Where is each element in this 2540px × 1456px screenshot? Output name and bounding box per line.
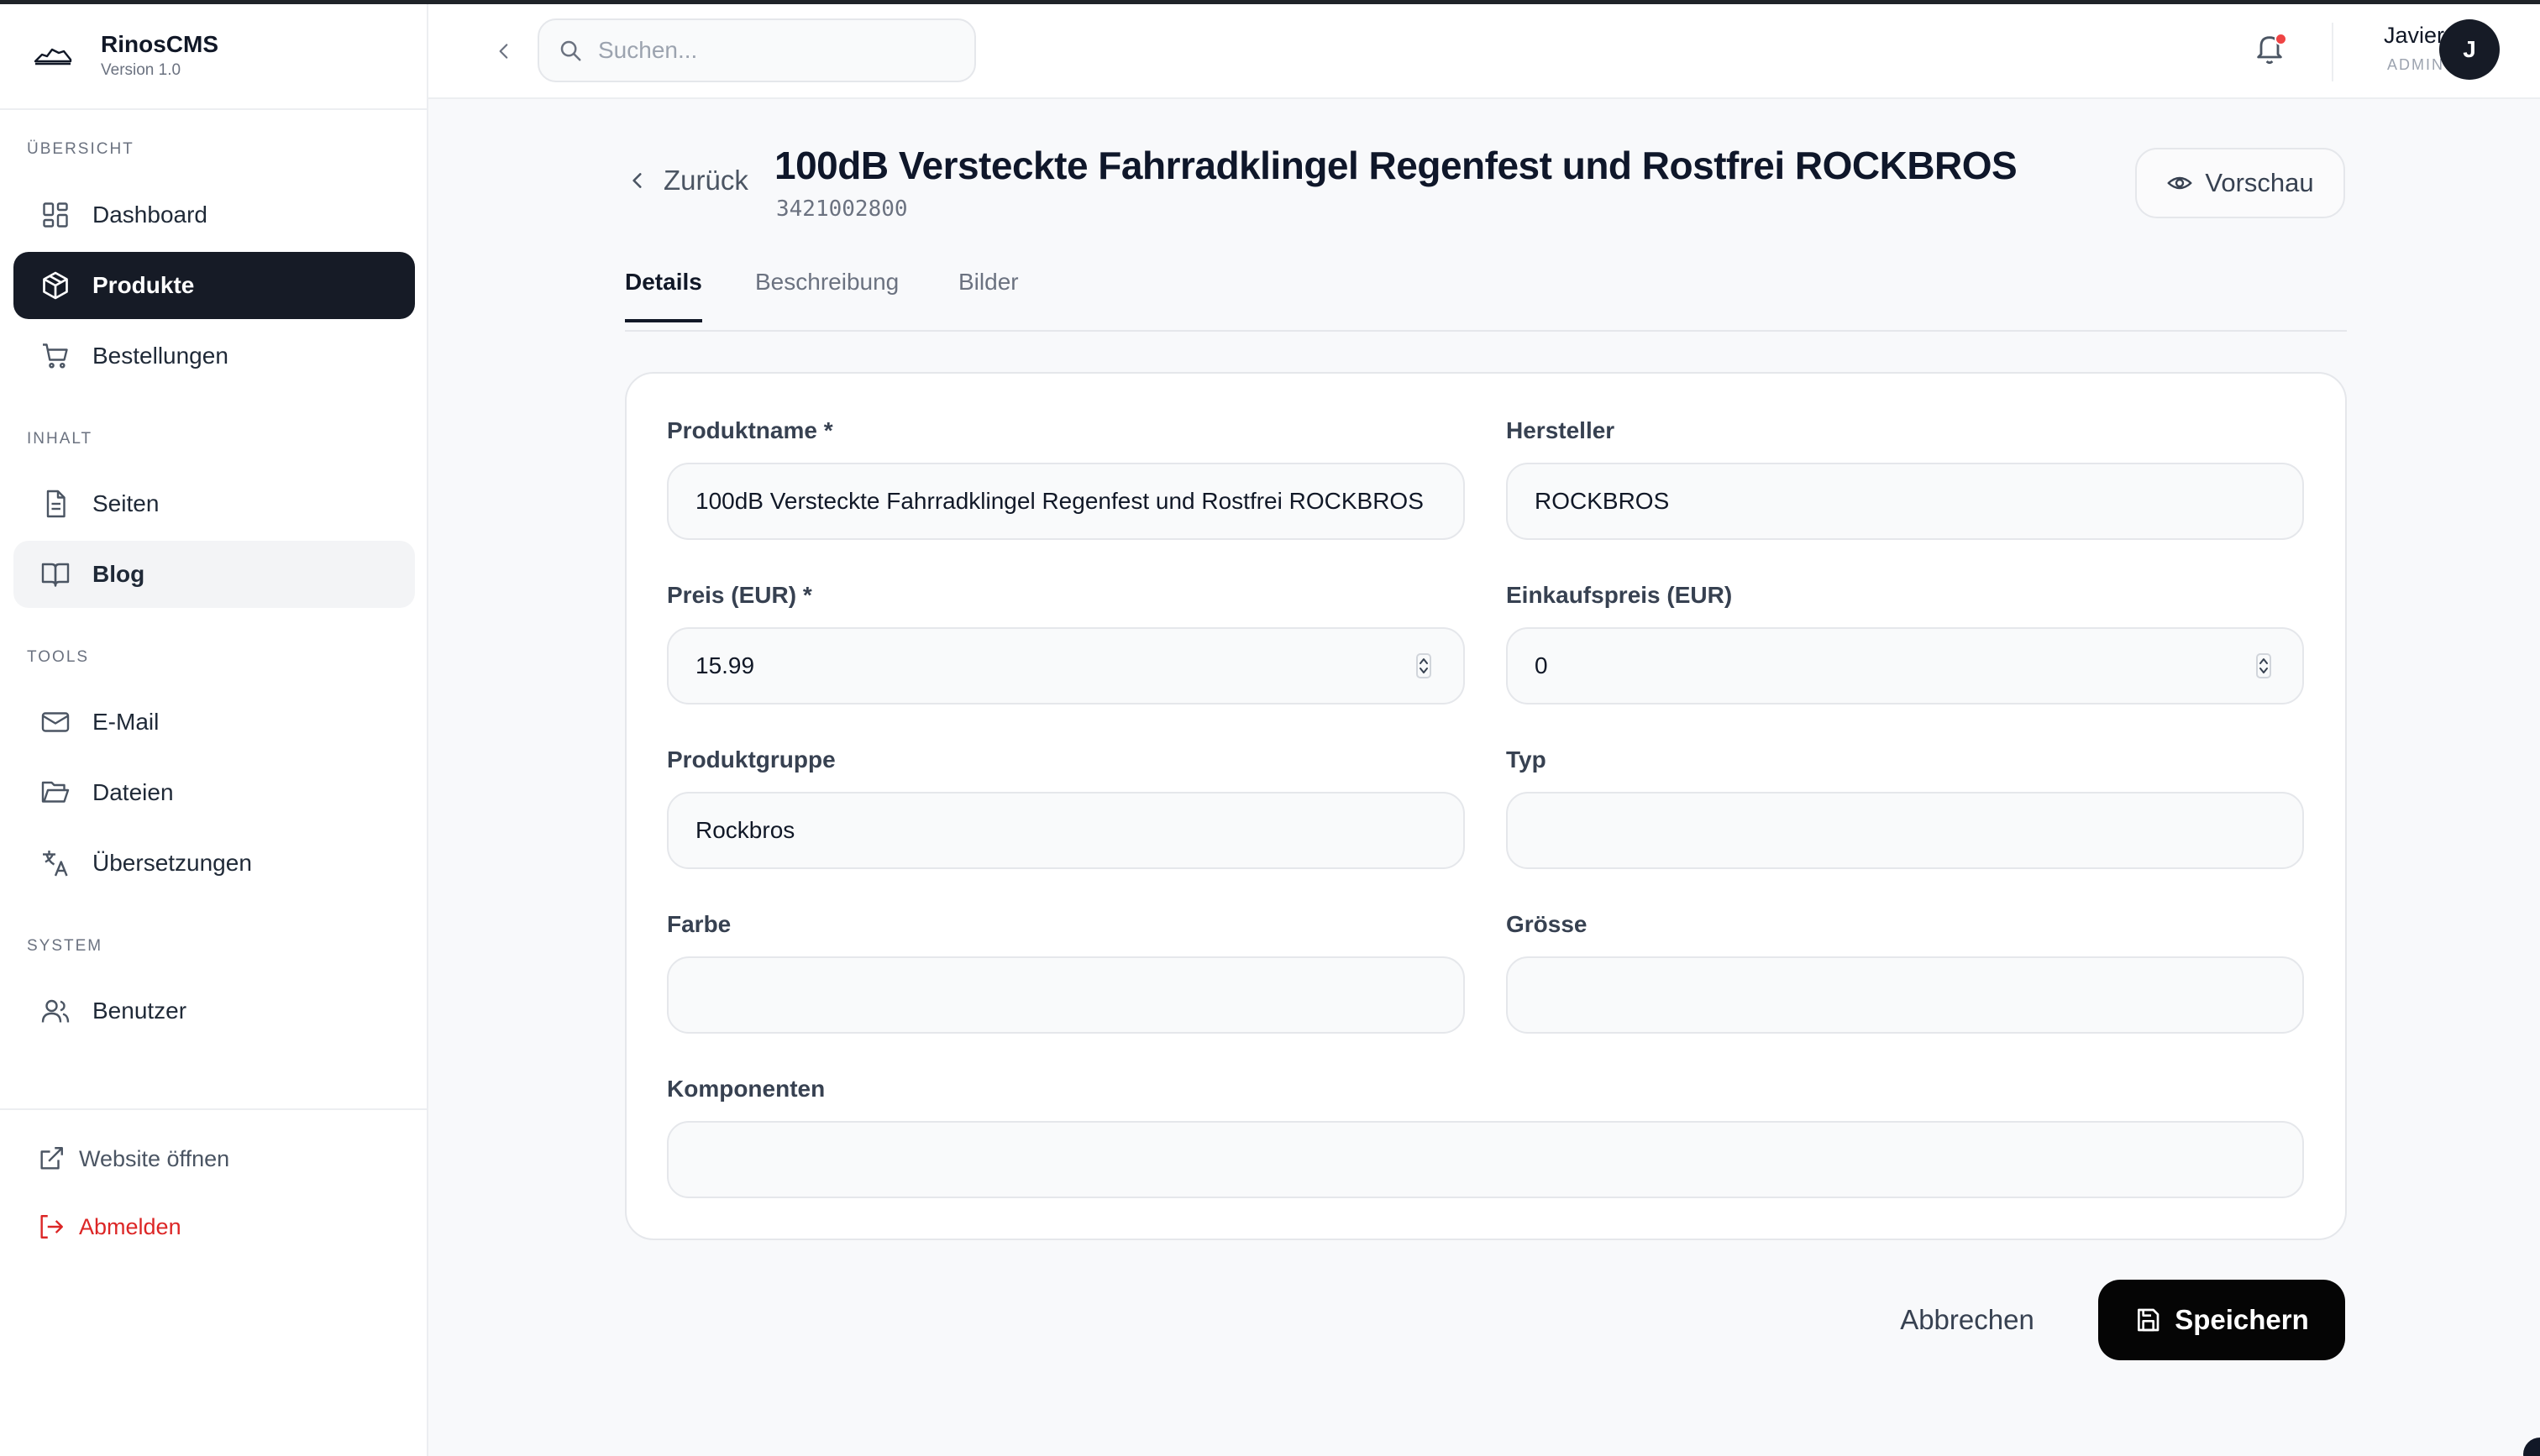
avatar[interactable]: J [2439,19,2500,80]
logout-link[interactable]: Abmelden [37,1212,181,1241]
open-website-link[interactable]: Website öffnen [37,1144,229,1173]
logout-label: Abmelden [79,1213,181,1239]
color-input[interactable] [667,956,1465,1034]
top-header: Javier ADMIN J [428,4,2540,99]
sidebar-item-label: Dateien [92,779,174,805]
section-label-overview: Übersicht [27,140,134,158]
purchase-price-input[interactable] [1506,627,2304,704]
stepper-arrows-icon [1416,653,1431,678]
sidebar-item-label: Produkte [92,272,195,298]
brand: RinosCMS Version 1.0 [0,4,427,110]
components-label: Komponenten [667,1076,826,1102]
notification-badge [2275,33,2287,45]
price-stepper[interactable] [1416,653,1431,678]
dashboard-icon [40,200,71,230]
search-input[interactable] [598,37,951,64]
brand-name: RinosCMS [101,31,218,57]
collapse-sidebar-button[interactable] [487,34,521,68]
sidebar-item-label: Dashboard [92,202,207,228]
tab-bar: Details Beschreibung Bilder [625,260,2347,332]
users-icon [40,996,71,1026]
folder-icon [40,778,71,808]
size-input[interactable] [1506,956,2304,1034]
sidebar-item-label: Blog [92,561,145,587]
sidebar: RinosCMS Version 1.0 Übersicht Dashboard… [0,4,428,1456]
save-icon [2138,1308,2160,1332]
save-button[interactable]: Speichern [2098,1280,2345,1360]
product-group-input[interactable] [667,792,1465,869]
type-input[interactable] [1506,792,2304,869]
sidebar-item-pages[interactable]: Seiten [13,470,415,537]
price-input[interactable] [667,627,1465,704]
color-label: Farbe [667,911,732,937]
section-label-content: Inhalt [27,430,93,448]
sidebar-item-label: Seiten [92,490,160,516]
rhino-logo-icon [34,48,72,65]
page-title: 100dB Versteckte Fahrradklingel Regenfes… [774,144,2018,187]
sidebar-item-products[interactable]: Produkte [13,252,415,319]
brand-version: Version 1.0 [101,61,181,79]
sidebar-item-label: Bestellungen [92,343,228,369]
sidebar-item-orders[interactable]: Bestellungen [13,322,415,390]
chevron-left-icon [499,44,508,59]
open-website-label: Website öffnen [79,1145,230,1171]
sidebar-item-label: E-Mail [92,709,160,735]
back-label: Zurück [664,165,748,196]
product-form-card: Produktname * Hersteller Preis (EUR) * E… [625,372,2347,1240]
save-label: Speichern [2175,1304,2309,1335]
section-label-tools: Tools [27,648,90,666]
sidebar-item-dashboard[interactable]: Dashboard [13,181,415,249]
preview-label: Vorschau [2205,168,2314,197]
sidebar-item-label: Benutzer [92,998,187,1024]
book-icon [40,559,71,589]
package-icon [40,270,71,301]
manufacturer-input[interactable] [1506,463,2304,540]
search-box[interactable] [538,18,976,82]
stepper-arrows-icon [2256,653,2271,678]
product-name-label: Produktname * [667,417,833,443]
sidebar-item-users[interactable]: Benutzer [13,977,415,1045]
cart-icon [40,341,71,371]
external-link-icon [40,1147,63,1170]
mail-icon [40,707,71,737]
purchase-price-label: Einkaufspreis (EUR) [1506,582,1733,608]
notifications-button[interactable] [2253,31,2290,70]
floating-help-button[interactable] [2523,1438,2540,1456]
search-icon [560,40,581,61]
translate-icon [40,848,71,878]
product-group-label: Produktgruppe [667,746,836,773]
back-button[interactable]: Zurück [627,165,748,196]
purchase-price-stepper[interactable] [2256,653,2271,678]
file-icon [40,489,71,519]
tab-description[interactable]: Beschreibung [755,269,899,319]
chevron-left-icon [632,173,642,188]
components-input[interactable] [667,1121,2304,1198]
size-label: Grösse [1506,911,1588,937]
user-name: Javier [2383,23,2444,48]
sidebar-item-translations[interactable]: Übersetzungen [13,830,415,897]
product-name-input[interactable] [667,463,1465,540]
tab-images[interactable]: Bilder [958,269,1019,319]
sidebar-item-email[interactable]: E-Mail [13,689,415,756]
manufacturer-label: Hersteller [1506,417,1615,443]
sidebar-footer-divider [0,1108,427,1110]
cancel-button[interactable]: Abbrechen [1875,1280,2060,1360]
logout-icon [40,1215,63,1239]
preview-button[interactable]: Vorschau [2135,148,2345,218]
type-label: Typ [1506,746,1546,773]
sidebar-item-files[interactable]: Dateien [13,759,415,826]
tab-details[interactable]: Details [625,269,702,322]
sidebar-item-label: Übersetzungen [92,850,252,876]
section-label-system: System [27,937,103,955]
sidebar-item-blog[interactable]: Blog [13,541,415,608]
eye-icon [2167,176,2192,190]
product-sku: 3421002800 [776,196,908,222]
price-label: Preis (EUR) * [667,582,812,608]
user-role: ADMIN [2387,56,2444,73]
